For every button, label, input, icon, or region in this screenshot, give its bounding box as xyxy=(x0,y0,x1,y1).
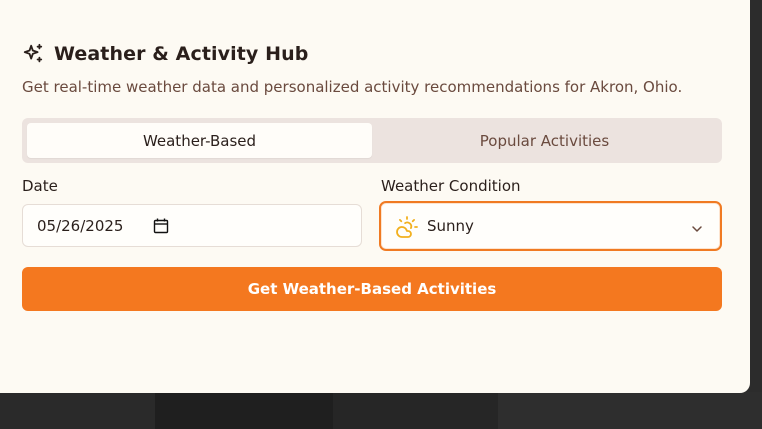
date-label: Date xyxy=(22,177,58,195)
date-field[interactable]: 05/26/2025 xyxy=(22,204,362,247)
background-panel xyxy=(0,392,155,429)
chevron-down-icon xyxy=(690,221,704,235)
card-header: Weather & Activity Hub xyxy=(22,40,308,68)
calendar-icon[interactable] xyxy=(153,218,169,234)
tab-weather-based[interactable]: Weather-Based xyxy=(27,123,372,158)
weather-condition-value: Sunny xyxy=(427,217,474,235)
sun-cloud-icon xyxy=(395,215,419,239)
get-activities-button[interactable]: Get Weather-Based Activities xyxy=(22,267,722,311)
sparkles-icon xyxy=(22,43,44,65)
tab-list: Weather-Based Popular Activities xyxy=(22,118,722,163)
weather-condition-label: Weather Condition xyxy=(381,177,521,195)
activity-hub-card: Weather & Activity Hub Get real-time wea… xyxy=(0,0,750,393)
tab-popular-activities[interactable]: Popular Activities xyxy=(372,123,717,158)
date-value: 05/26/2025 xyxy=(37,216,124,235)
background-panel xyxy=(498,392,762,429)
weather-condition-select[interactable]: Sunny xyxy=(379,201,722,251)
background-panel xyxy=(333,392,498,429)
background-panel xyxy=(155,392,333,429)
page-subtitle: Get real-time weather data and personali… xyxy=(22,78,683,96)
page-title: Weather & Activity Hub xyxy=(54,43,309,65)
